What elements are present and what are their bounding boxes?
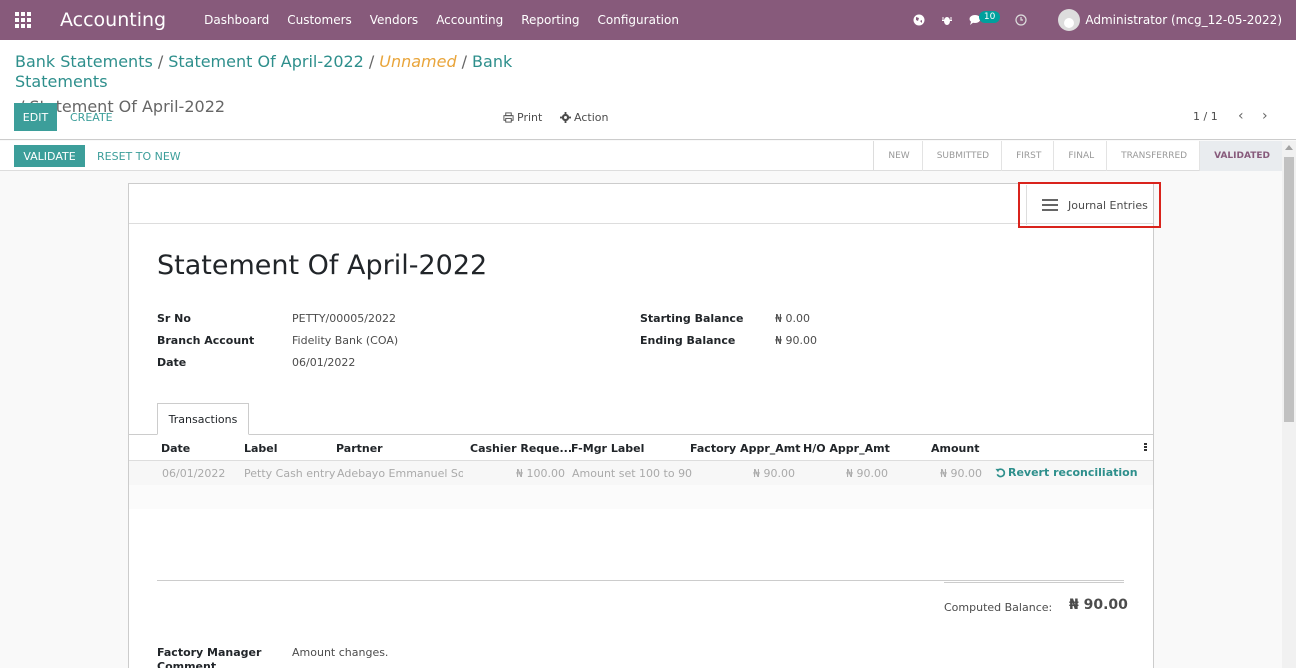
field-label-starting-balance: Starting Balance	[640, 312, 744, 325]
gear-icon	[560, 112, 571, 123]
stage-new: NEW	[874, 141, 923, 171]
field-value-branch-account[interactable]: Fidelity Bank (COA)	[292, 334, 398, 347]
revert-reconciliation-button[interactable]: Revert reconciliation	[995, 466, 1138, 479]
field-label-branch-account: Branch Account	[157, 334, 255, 347]
bug-icon[interactable]	[940, 13, 954, 27]
record-title: Statement Of April-2022	[157, 250, 488, 281]
column-header-label[interactable]: Label	[244, 442, 278, 455]
user-name[interactable]: Administrator (mcg_12-05-2022)	[1085, 13, 1282, 27]
status-bar: VALIDATE RESET TO NEW NEW SUBMITTED FIRS…	[0, 141, 1282, 171]
scroll-up-icon[interactable]	[1285, 145, 1293, 150]
stage-transferred: TRANSFERRED	[1107, 141, 1201, 171]
stage-validated: VALIDATED	[1200, 141, 1282, 171]
undo-icon	[995, 468, 1006, 478]
cell-amount: ₦ 90.00	[940, 467, 982, 480]
user-avatar[interactable]	[1058, 9, 1081, 31]
top-navbar: Accounting Dashboard Customers Vendors A…	[0, 0, 1296, 40]
tab-transactions[interactable]: Transactions	[157, 403, 249, 435]
column-header-cashier-request[interactable]: Cashier Reque...	[470, 442, 572, 455]
column-header-date[interactable]: Date	[161, 442, 190, 455]
reset-to-new-button[interactable]: RESET TO NEW	[97, 150, 181, 163]
empty-row	[129, 485, 1153, 509]
action-button[interactable]: Action	[560, 111, 608, 124]
apps-menu-icon[interactable]	[0, 0, 46, 40]
create-button[interactable]: CREATE	[70, 111, 113, 124]
revert-reconciliation-label: Revert reconciliation	[1008, 466, 1138, 479]
breadcrumb: Bank Statements / Statement Of April-2022/…	[15, 52, 513, 116]
field-value-date: 06/01/2022	[292, 356, 356, 369]
menu-customers[interactable]: Customers	[287, 13, 352, 27]
control-panel: Bank Statements / Statement Of April-2022/…	[0, 40, 1296, 140]
highlight-box	[1018, 182, 1161, 228]
breadcrumb-bank-statements[interactable]: Bank Statements	[15, 52, 153, 71]
breadcrumb-unnamed[interactable]: Unnamed	[379, 52, 456, 71]
cell-factory-appr: ₦ 90.00	[753, 467, 795, 480]
stage-bar: NEW SUBMITTED FIRST FINAL TRANSFERRED VA…	[873, 141, 1282, 171]
field-label-date: Date	[157, 356, 187, 369]
chevron-right-icon[interactable]: ›	[1262, 108, 1274, 124]
total-divider	[944, 580, 1124, 583]
print-icon	[503, 112, 514, 123]
column-header-partner[interactable]: Partner	[336, 442, 383, 455]
field-label-sr-no: Sr No	[157, 312, 191, 325]
table-row[interactable]: 06/01/2022 Petty Cash entry Adebayo Emma…	[129, 461, 1153, 485]
globe-icon[interactable]	[912, 13, 926, 27]
cell-ho-appr: ₦ 90.00	[846, 467, 888, 480]
scroll-thumb[interactable]	[1284, 157, 1294, 422]
print-button[interactable]: Print	[503, 111, 542, 124]
message-count-badge: 10	[978, 11, 1001, 23]
column-header-ho-appr[interactable]: H/O Appr_Amt	[803, 442, 890, 455]
chevron-left-icon[interactable]: ‹	[1238, 108, 1250, 124]
field-value-ending-balance: ₦ 90.00	[775, 334, 817, 347]
menu-accounting[interactable]: Accounting	[436, 13, 503, 27]
button-box: Journal Entries	[129, 184, 1153, 225]
cell-partner: Adebayo Emmanuel Soji	[337, 467, 463, 480]
cell-date: 06/01/2022	[162, 467, 226, 480]
field-label-ending-balance: Ending Balance	[640, 334, 736, 347]
table-header: Date Label Partner Cashier Reque... F-Mg…	[129, 435, 1153, 461]
clock-icon[interactable]	[1014, 13, 1028, 27]
field-value-sr-no: PETTY/00005/2022	[292, 312, 396, 325]
menu-reporting[interactable]: Reporting	[521, 13, 579, 27]
computed-balance-label: Computed Balance:	[944, 601, 1053, 614]
action-label: Action	[574, 111, 609, 124]
column-header-amount[interactable]: Amount	[931, 442, 979, 455]
field-label-factory-manager-comment: Factory Manager Comment	[157, 646, 262, 668]
stage-final: FINAL	[1054, 141, 1108, 171]
menu-configuration[interactable]: Configuration	[598, 13, 679, 27]
vertical-scrollbar[interactable]	[1282, 141, 1296, 668]
messages-button[interactable]: 10	[968, 11, 1001, 27]
cell-cashier-request: ₦ 100.00	[516, 467, 565, 480]
stage-first: FIRST	[1002, 141, 1055, 171]
cell-label: Petty Cash entry	[244, 467, 336, 480]
form-sheet: Journal Entries Statement Of April-2022 …	[128, 183, 1154, 668]
print-label: Print	[517, 111, 543, 124]
app-name[interactable]: Accounting	[60, 9, 166, 31]
field-value-starting-balance: ₦ 0.00	[775, 312, 810, 325]
pager-value: 1 / 1	[1193, 110, 1218, 123]
validate-button[interactable]: VALIDATE	[14, 145, 85, 167]
breadcrumb-statement[interactable]: Statement Of April-2022	[168, 52, 364, 71]
column-header-fmgr-label[interactable]: F-Mgr Label	[571, 442, 644, 455]
field-value-factory-manager-comment: Amount changes.	[292, 646, 389, 659]
cell-fmgr-label: Amount set 100 to 90	[572, 467, 693, 480]
stage-submitted: SUBMITTED	[923, 141, 1003, 171]
column-options-icon[interactable]	[1144, 443, 1147, 452]
breadcrumb-current: Statement Of April-2022	[29, 97, 226, 116]
menu-vendors[interactable]: Vendors	[370, 13, 418, 27]
column-header-factory-appr[interactable]: Factory Appr_Amt	[690, 442, 800, 455]
computed-balance-value: ₦ 90.00	[1069, 597, 1128, 613]
menu-dashboard[interactable]: Dashboard	[204, 13, 269, 27]
edit-button[interactable]: EDIT	[14, 103, 57, 131]
